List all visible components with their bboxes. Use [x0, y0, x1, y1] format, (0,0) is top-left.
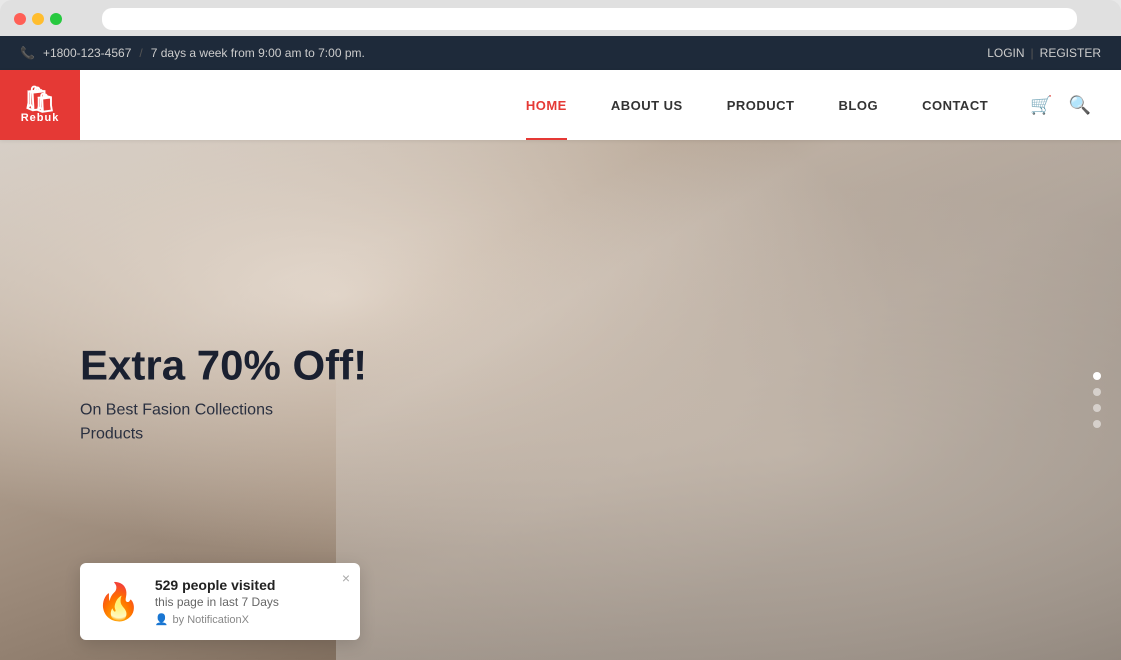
notification-title: 529 people visited [155, 577, 344, 593]
address-bar[interactable] [102, 8, 1077, 30]
nav-item-blog[interactable]: BLOG [817, 70, 901, 140]
search-icon: 🔍 [1069, 95, 1091, 116]
logo-text: Rebuk [21, 112, 60, 124]
browser-chrome [0, 0, 1121, 36]
notification-subtitle: this page in last 7 Days [155, 595, 344, 609]
search-button[interactable]: 🔍 [1069, 95, 1091, 116]
hero-subtitle-line1: On Best Fasion Collections [80, 402, 273, 419]
nav-icons: 🛒 🔍 [1030, 95, 1091, 116]
slider-dot-1[interactable] [1093, 372, 1101, 380]
header: 🛍 Rebuk HOME ABOUT US PRODUCT BLOG CONTA… [0, 70, 1121, 140]
slider-dot-4[interactable] [1093, 420, 1101, 428]
notification-popup: × 🔥 529 people visited this page in last… [80, 563, 360, 640]
logo[interactable]: 🛍 Rebuk [0, 70, 80, 140]
topbar-separator: / [139, 46, 142, 60]
notification-close-button[interactable]: × [342, 571, 350, 585]
business-hours: 7 days a week from 9:00 am to 7:00 pm. [151, 46, 365, 60]
visitors-label: people visited [182, 577, 275, 593]
cart-button[interactable]: 🛒 [1030, 95, 1052, 116]
website: 📞 +1800-123-4567 / 7 days a week from 9:… [0, 36, 1121, 660]
close-dot[interactable] [14, 13, 26, 25]
nav-item-product[interactable]: PRODUCT [705, 70, 817, 140]
notification-brand: 👤 by NotificationX [155, 613, 344, 626]
topbar-left: 📞 +1800-123-4567 / 7 days a week from 9:… [20, 46, 365, 60]
hero-title: Extra 70% Off! [80, 343, 367, 389]
topbar: 📞 +1800-123-4567 / 7 days a week from 9:… [0, 36, 1121, 70]
hero-section: Extra 70% Off! On Best Fasion Collection… [0, 140, 1121, 660]
cart-icon: 🛒 [1030, 95, 1052, 116]
slider-dot-2[interactable] [1093, 388, 1101, 396]
phone-number: +1800-123-4567 [43, 46, 131, 60]
topbar-right: LOGIN | REGISTER [987, 46, 1101, 60]
nav-item-about[interactable]: ABOUT US [589, 70, 705, 140]
register-link[interactable]: REGISTER [1040, 46, 1101, 60]
fullscreen-dot[interactable] [50, 13, 62, 25]
minimize-dot[interactable] [32, 13, 44, 25]
browser-dots [14, 13, 62, 25]
brand-label: by NotificationX [173, 614, 249, 626]
hero-subtitle: On Best Fasion Collections Products [80, 399, 367, 447]
hero-subtitle-line2: Products [80, 426, 143, 443]
logo-bag-icon: 🛍 [23, 86, 57, 112]
main-nav: HOME ABOUT US PRODUCT BLOG CONTACT [504, 70, 1010, 140]
brand-user-icon: 👤 [155, 613, 169, 626]
login-link[interactable]: LOGIN [987, 46, 1024, 60]
hero-content: Extra 70% Off! On Best Fasion Collection… [80, 343, 367, 447]
nav-item-contact[interactable]: CONTACT [900, 70, 1010, 140]
notification-text: 529 people visited this page in last 7 D… [155, 577, 344, 626]
slider-dots [1093, 372, 1101, 428]
visitors-count: 529 [155, 577, 178, 593]
hero-keyboard-overlay [336, 140, 1121, 660]
phone-icon: 📞 [20, 46, 35, 60]
topbar-auth-divider: | [1031, 46, 1034, 60]
slider-dot-3[interactable] [1093, 404, 1101, 412]
fire-icon: 🔥 [96, 584, 141, 620]
nav-item-home[interactable]: HOME [504, 70, 589, 140]
